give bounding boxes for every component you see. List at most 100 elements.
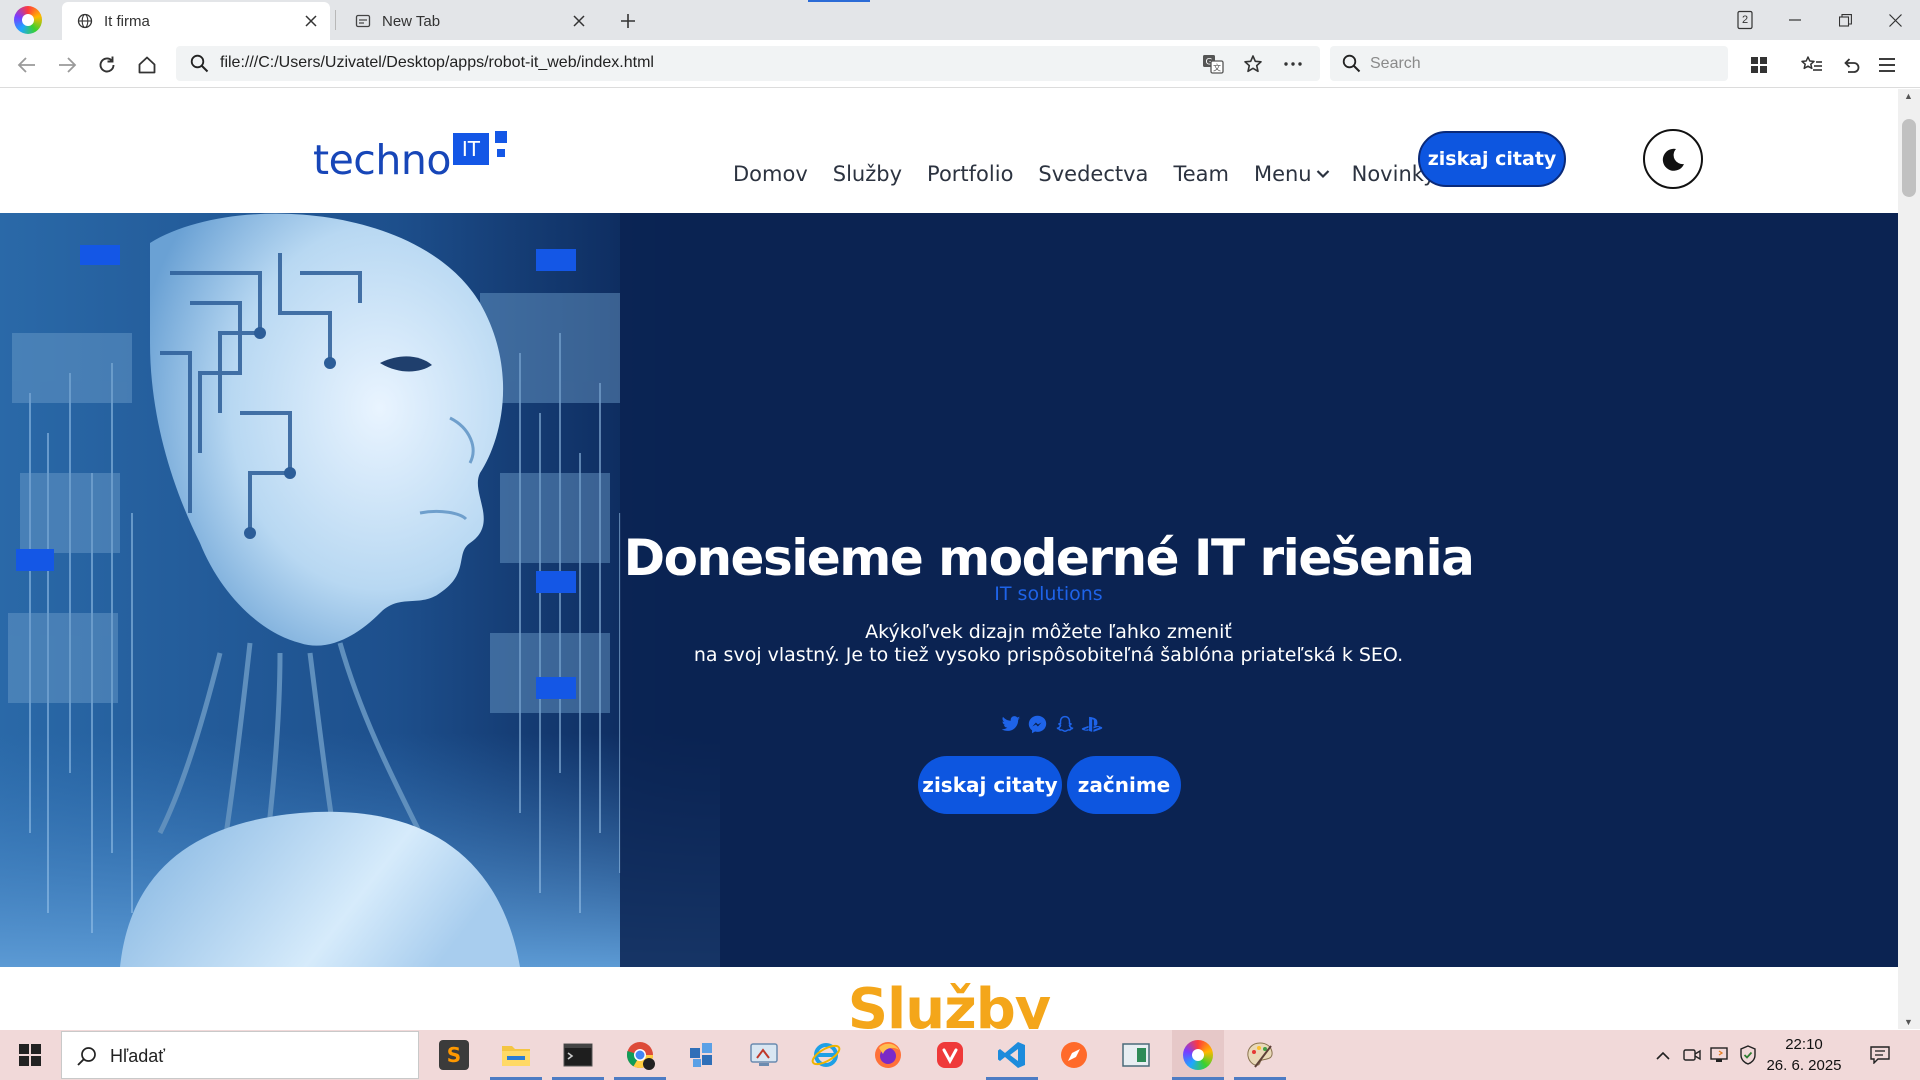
taskbar-search-box[interactable]	[61, 1031, 419, 1079]
page-load-indicator	[808, 0, 870, 2]
taskbar-app-internet-explorer[interactable]	[800, 1030, 852, 1080]
scrollbar-thumb[interactable]	[1902, 119, 1916, 197]
close-tab-icon[interactable]	[566, 8, 592, 34]
site-header: techno IT Domov Služby Portfolio Svedect…	[0, 89, 1898, 213]
scroll-up-arrow-icon[interactable]: ▲	[1904, 91, 1913, 101]
network-icon[interactable]	[1708, 1030, 1732, 1080]
tab-count: 2	[1741, 14, 1749, 26]
twitter-icon[interactable]	[999, 713, 1022, 735]
web-search-input[interactable]	[1370, 52, 1710, 76]
nav-link-team[interactable]: Team	[1173, 162, 1229, 186]
nav-menu-label: Menu	[1253, 162, 1312, 186]
browser-toolbar: file:///C:/Users/Uzivatel/Desktop/apps/r…	[0, 40, 1920, 88]
main-nav: Domov Služby Portfolio Svedectva Team Me…	[733, 162, 1461, 186]
taskbar-app-terminal[interactable]	[552, 1030, 604, 1080]
browser-logo-icon[interactable]	[14, 6, 42, 34]
forward-button[interactable]	[52, 50, 82, 80]
bookmark-star-icon[interactable]	[1240, 52, 1266, 76]
tab-title: It firma	[104, 12, 150, 30]
browser-app-icon	[1183, 1040, 1213, 1070]
nav-link-portfolio[interactable]: Portfolio	[927, 162, 1013, 186]
taskbar-app-firefox[interactable]	[862, 1030, 914, 1080]
minimize-button[interactable]	[1772, 4, 1818, 36]
close-tab-icon[interactable]	[298, 8, 324, 34]
meet-now-icon[interactable]	[1680, 1030, 1704, 1080]
translate-icon[interactable]: G文	[1200, 52, 1226, 76]
tab-new-tab[interactable]: New Tab	[340, 2, 598, 40]
more-options-icon[interactable]	[1280, 52, 1306, 76]
taskbar-app-sublime-text[interactable]: S	[428, 1030, 480, 1080]
taskbar-app-window[interactable]	[1110, 1030, 1162, 1080]
taskbar-app-remote-desktop[interactable]	[738, 1030, 790, 1080]
playstation-icon[interactable]	[1080, 713, 1103, 735]
hero-description: Akýkoľvek dizajn môžete ľahko zmeniť na …	[0, 621, 1898, 667]
notifications-icon[interactable]	[1862, 1030, 1898, 1080]
clock-date: 26. 6. 2025	[1766, 1057, 1842, 1074]
nav-link-svedectva[interactable]: Svedectva	[1038, 162, 1148, 186]
history-undo-icon[interactable]	[1836, 50, 1866, 80]
new-tab-page-icon	[354, 12, 372, 30]
security-shield-icon[interactable]	[1736, 1030, 1760, 1080]
taskbar-search-input[interactable]	[110, 1044, 400, 1068]
taskbar-app-chrome[interactable]	[614, 1030, 666, 1080]
home-button[interactable]	[132, 50, 162, 80]
back-button[interactable]	[12, 50, 42, 80]
extensions-grid-icon[interactable]	[1744, 50, 1774, 80]
url-text[interactable]: file:///C:/Users/Uzivatel/Desktop/apps/r…	[220, 54, 654, 72]
nav-link-domov[interactable]: Domov	[733, 162, 808, 186]
messenger-icon[interactable]	[1026, 713, 1049, 735]
start-button[interactable]	[0, 1030, 60, 1080]
hero-section: Donesieme moderné IT riešenia IT solutio…	[0, 213, 1898, 967]
close-window-button[interactable]	[1872, 4, 1918, 36]
hero-quote-button[interactable]: ziskaj citaty	[918, 756, 1062, 814]
nav-link-sluzby[interactable]: Služby	[833, 162, 902, 186]
hero-description-line: na svoj vlastný. Je to tiež vysoko prisp…	[693, 644, 1404, 666]
tab-title: New Tab	[382, 12, 441, 30]
system-clock[interactable]: 22:10 26. 6. 2025	[1762, 1034, 1846, 1076]
taskbar-app-paint[interactable]	[1234, 1030, 1286, 1080]
scroll-down-arrow-icon[interactable]: ▼	[1904, 1017, 1913, 1027]
tab-it-firma[interactable]: It firma	[62, 2, 330, 40]
site-logo[interactable]: techno IT	[313, 131, 507, 183]
tab-separator	[335, 10, 336, 30]
show-hidden-icons-chevron-icon[interactable]	[1650, 1030, 1676, 1080]
vscode-icon	[998, 1042, 1025, 1068]
globe-icon	[76, 12, 94, 30]
taskbar-app-brave-alt[interactable]	[1048, 1030, 1100, 1080]
taskbar-app-browser-active[interactable]	[1172, 1030, 1224, 1080]
restore-button[interactable]	[1822, 4, 1868, 36]
remote-desktop-icon	[750, 1043, 778, 1066]
address-bar[interactable]: file:///C:/Users/Uzivatel/Desktop/apps/r…	[176, 46, 1320, 81]
reload-button[interactable]	[92, 50, 122, 80]
clock-time: 22:10	[1785, 1036, 1823, 1053]
snapchat-icon[interactable]	[1053, 713, 1076, 735]
dark-mode-toggle[interactable]	[1643, 129, 1703, 189]
hamburger-menu-icon[interactable]	[1872, 50, 1902, 80]
social-links	[999, 713, 1103, 735]
hero-title: Donesieme moderné IT riešenia	[623, 529, 1475, 587]
web-search-box[interactable]	[1330, 46, 1728, 81]
hero-start-button[interactable]: začnime	[1067, 756, 1181, 814]
folder-icon	[502, 1046, 530, 1066]
search-icon	[1342, 54, 1361, 78]
logo-badge: IT	[452, 133, 489, 165]
new-tab-button[interactable]	[614, 7, 642, 35]
chevron-down-icon	[1316, 170, 1329, 179]
search-icon	[190, 54, 209, 78]
nav-menu-dropdown[interactable]: Menu	[1254, 162, 1330, 186]
services-section-title: Služby	[847, 977, 1052, 1029]
internet-explorer-icon	[811, 1043, 841, 1067]
taskbar-app-vivaldi[interactable]	[924, 1030, 976, 1080]
header-quote-button[interactable]: ziskaj citaty	[1418, 131, 1566, 187]
taskbar-app-blocks[interactable]	[676, 1030, 728, 1080]
tab-counter-button[interactable]: 2	[1722, 4, 1768, 36]
app-blocks-icon	[690, 1043, 712, 1067]
browser-tabbar: It firma New Tab 2	[0, 0, 1920, 40]
page-scrollbar[interactable]: ▲ ▼	[1898, 89, 1920, 1029]
favorites-list-icon[interactable]	[1797, 50, 1827, 80]
moon-icon	[1662, 148, 1684, 171]
taskbar-app-file-explorer[interactable]	[490, 1030, 542, 1080]
taskbar-app-vscode[interactable]	[986, 1030, 1038, 1080]
compass-app-icon	[1061, 1042, 1087, 1068]
windows-logo-icon	[19, 1044, 41, 1066]
